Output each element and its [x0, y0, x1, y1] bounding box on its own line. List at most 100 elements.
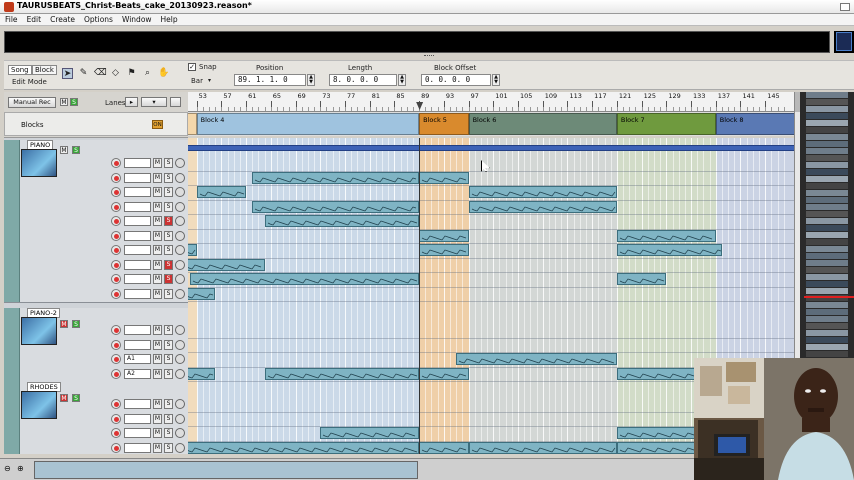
lane-record-button[interactable] — [111, 368, 121, 379]
lane-record-button[interactable] — [111, 354, 121, 364]
note-clip[interactable] — [264, 367, 420, 380]
lane-solo-button[interactable]: S — [164, 230, 173, 241]
rack-device[interactable] — [806, 260, 848, 266]
lane-device-select[interactable] — [124, 288, 151, 299]
lane-mute-button[interactable]: M — [153, 325, 162, 335]
length-spinner[interactable]: ▲ ▼ — [398, 74, 406, 86]
lane-solo-button[interactable]: S — [164, 354, 173, 364]
lane-delete-icon[interactable] — [175, 230, 185, 241]
note-lane[interactable]: MS — [4, 426, 188, 440]
lane-record-button[interactable] — [111, 428, 121, 438]
tab-song[interactable]: Song — [8, 65, 32, 75]
rack-device[interactable] — [806, 106, 848, 112]
lane-mute-button[interactable]: M — [153, 288, 162, 299]
note-lane[interactable]: MS — [4, 171, 188, 185]
rack-device[interactable] — [806, 316, 848, 322]
lane-delete-icon[interactable] — [175, 442, 185, 453]
note-lane[interactable]: MS — [4, 397, 188, 411]
hand-tool-icon[interactable]: ✋ — [158, 68, 169, 79]
rack-device[interactable] — [806, 99, 848, 105]
lane-delete-icon[interactable] — [175, 325, 185, 335]
note-clip[interactable] — [616, 273, 667, 285]
lane-device-select[interactable] — [124, 201, 151, 212]
rack-device[interactable] — [806, 211, 848, 217]
lane-record-button[interactable] — [111, 339, 121, 350]
rack-device[interactable] — [806, 232, 848, 238]
note-clip[interactable] — [188, 367, 216, 380]
lane-delete-icon[interactable] — [175, 172, 185, 183]
solo-all-button[interactable]: S — [70, 98, 78, 106]
lane-record-button[interactable] — [111, 274, 121, 284]
arrow-tool-icon[interactable]: ➤ — [62, 68, 73, 79]
lane-device-select[interactable] — [124, 274, 151, 284]
menu-help[interactable]: Help — [161, 15, 178, 24]
lane-mute-button[interactable]: M — [153, 187, 162, 197]
position-field[interactable]: 89. 1. 1. 0 — [234, 74, 306, 86]
lane-solo-button[interactable]: S — [164, 245, 173, 255]
lane-mute-button[interactable]: M — [153, 245, 162, 255]
lane-mute-button[interactable]: M — [153, 230, 162, 241]
lane-mute-button[interactable]: M — [153, 413, 162, 424]
lane-record-button[interactable] — [111, 259, 121, 270]
note-clip[interactable] — [188, 287, 216, 300]
lane-record-button[interactable] — [111, 325, 121, 335]
rack-device[interactable] — [806, 239, 848, 245]
note-clip[interactable] — [616, 244, 722, 256]
rack-device[interactable] — [806, 127, 848, 133]
lane-mute-button[interactable]: M — [153, 259, 162, 270]
lane-record-button[interactable] — [111, 172, 121, 183]
lane-mute-button[interactable]: M — [153, 172, 162, 183]
lane-record-button[interactable] — [111, 216, 121, 226]
rack-device[interactable] — [806, 225, 848, 231]
eraser-tool-icon[interactable]: ⌫ — [94, 68, 107, 79]
note-lane[interactable]: MS — [4, 287, 188, 301]
track-piano-2[interactable]: PIANO-2 M S M S M S A1 M S A2 M S — [4, 308, 188, 383]
zoom-in-icon[interactable]: ⊕ — [17, 464, 24, 473]
snap-select[interactable]: Bar — [191, 77, 203, 85]
lane-record-button[interactable] — [111, 413, 121, 424]
lane-solo-button[interactable]: S — [164, 442, 173, 453]
lane-device-select[interactable] — [124, 442, 151, 453]
block-1[interactable]: 3 — [188, 113, 197, 135]
rack-device[interactable] — [806, 176, 848, 182]
lane-record-button[interactable] — [111, 245, 121, 255]
menu-file[interactable]: File — [5, 15, 18, 24]
rack-device[interactable] — [806, 288, 848, 294]
note-clip[interactable] — [188, 258, 265, 271]
razor-tool-icon[interactable]: ◇ — [110, 68, 121, 79]
lane-solo-button[interactable]: S — [164, 158, 173, 168]
track-piano[interactable]: PIANO M S M S M S M S M S M S M S M S M S M S M S — [4, 140, 188, 303]
position-spinner[interactable]: ▲ ▼ — [307, 74, 315, 86]
lane-device-select[interactable] — [124, 172, 151, 183]
rack-device[interactable] — [806, 351, 848, 357]
lane-device-select[interactable] — [124, 339, 151, 350]
lane-device-select[interactable] — [124, 428, 151, 438]
blocks-on-toggle[interactable]: ON — [152, 120, 163, 129]
note-lane[interactable]: MS — [4, 338, 188, 352]
note-lane[interactable]: MS — [4, 229, 188, 243]
lane-delete-icon[interactable] — [175, 339, 185, 350]
note-lane[interactable]: MS — [4, 272, 188, 286]
note-lane[interactable]: MS — [4, 200, 188, 214]
block-2[interactable]: Block 4 — [196, 113, 420, 135]
lane-mute-button[interactable]: M — [153, 368, 162, 379]
lane-device-select[interactable]: A1 — [124, 354, 151, 364]
rack-device[interactable] — [806, 274, 848, 280]
lane-mute-button[interactable]: M — [153, 354, 162, 364]
menu-options[interactable]: Options — [84, 15, 113, 24]
snap-checkbox[interactable]: ✓ — [188, 63, 196, 71]
note-lane[interactable]: MS — [4, 441, 188, 455]
note-clip[interactable] — [616, 229, 716, 242]
lane-record-button[interactable] — [111, 187, 121, 197]
rack-overview[interactable] — [800, 92, 854, 358]
lane-solo-button[interactable]: S — [164, 288, 173, 299]
note-lane[interactable]: MS — [4, 243, 188, 257]
lane-delete-icon[interactable] — [175, 274, 185, 284]
note-lane[interactable]: A1 M S — [4, 352, 188, 366]
rack-device[interactable] — [806, 120, 848, 126]
note-lane[interactable]: MS — [4, 412, 188, 426]
pencil-tool-icon[interactable]: ✎ — [78, 68, 89, 79]
note-clip[interactable] — [456, 353, 617, 365]
resize-grip[interactable] — [424, 55, 434, 58]
lane-solo-button[interactable]: S — [164, 413, 173, 424]
